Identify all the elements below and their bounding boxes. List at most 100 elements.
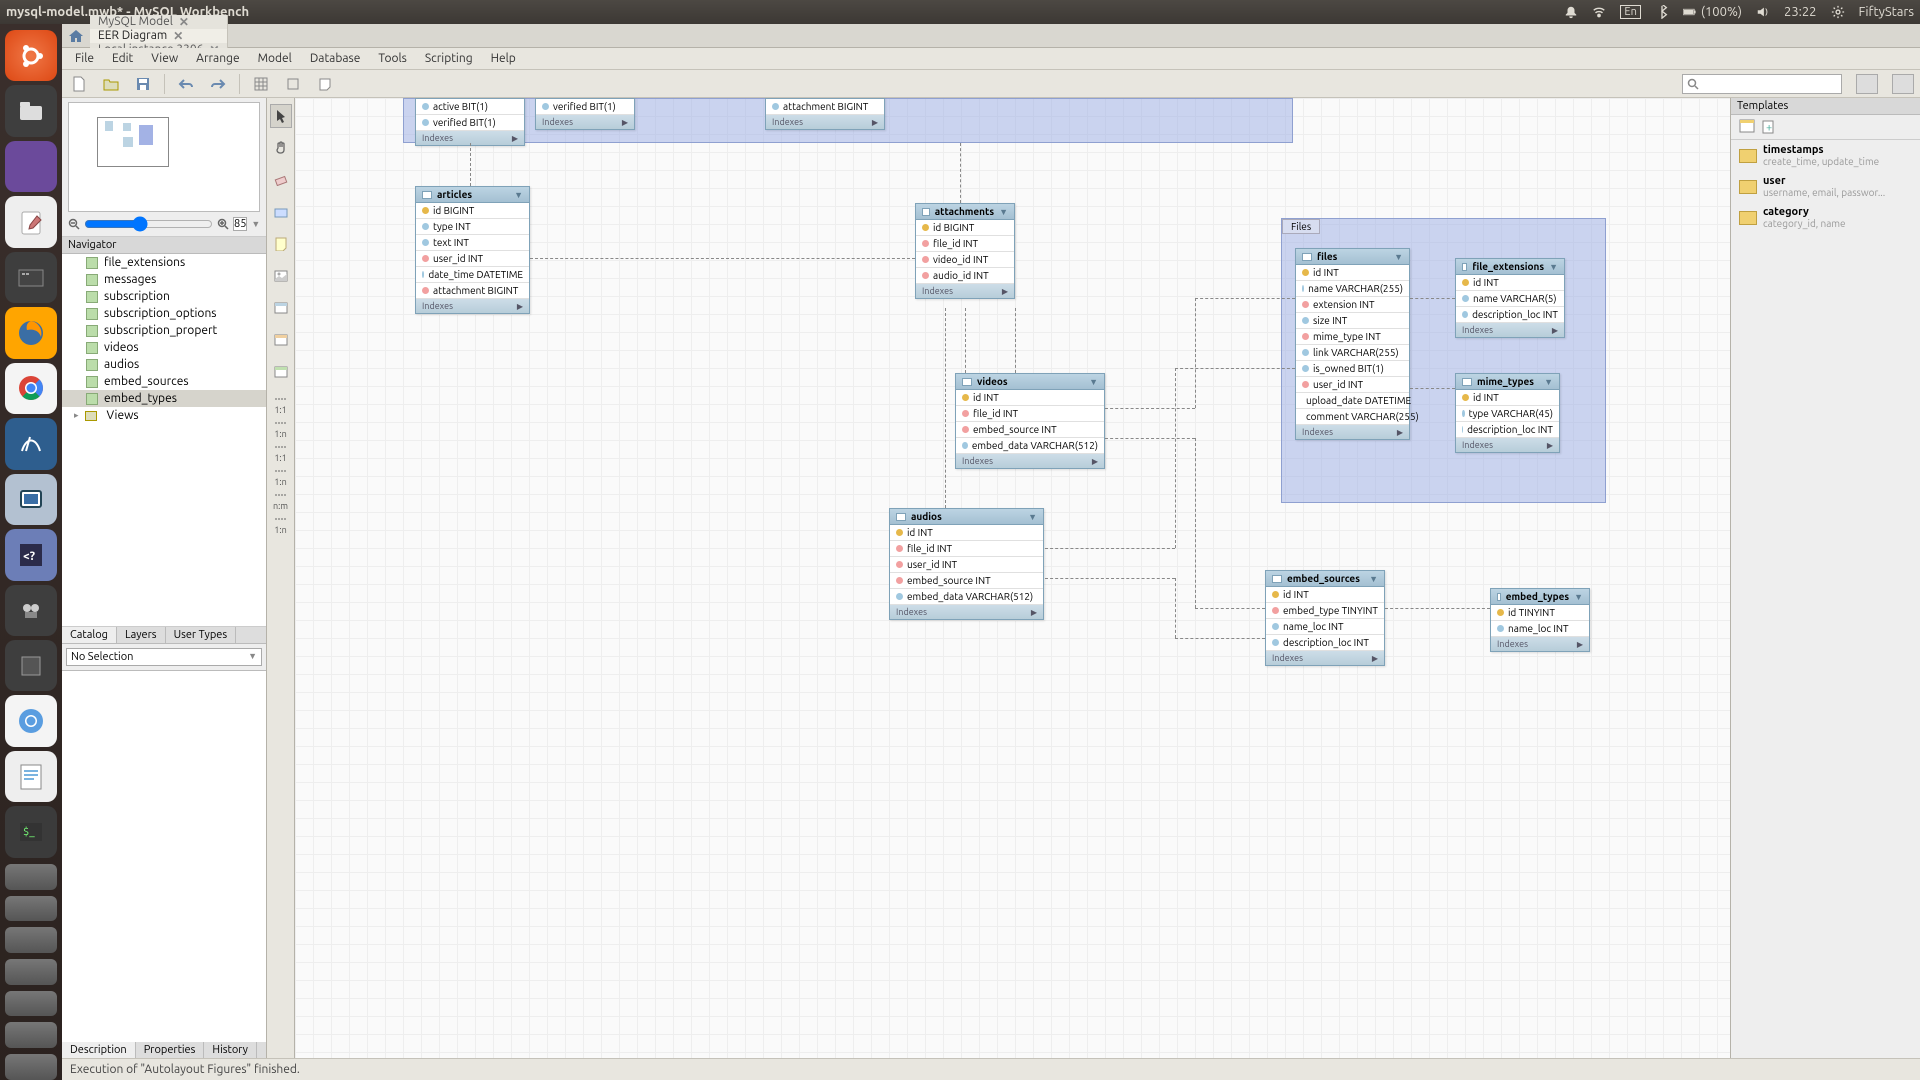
entity-table[interactable]: videos▼id INTfile_id INTembed_source INT…: [955, 373, 1105, 469]
column-row[interactable]: is_owned BIT(1): [1296, 361, 1409, 377]
collapse-icon[interactable]: ▼: [1549, 262, 1558, 272]
grid-icon[interactable]: [250, 73, 272, 95]
column-row[interactable]: extension INT: [1296, 297, 1409, 313]
expand-icon[interactable]: ▶: [1002, 287, 1008, 296]
relation-tool-icon[interactable]: 1:1: [270, 440, 292, 464]
entity-table[interactable]: verified BIT(1)Indexes▶: [535, 98, 635, 130]
collapse-icon[interactable]: ▼: [999, 207, 1008, 217]
column-row[interactable]: file_id INT: [956, 406, 1104, 422]
keyboard-layout[interactable]: En: [1620, 5, 1640, 19]
column-row[interactable]: verified BIT(1): [536, 99, 634, 115]
indexes-section[interactable]: Indexes▶: [416, 299, 529, 313]
column-row[interactable]: embed_source INT: [890, 573, 1043, 589]
column-row[interactable]: comment VARCHAR(255): [1296, 409, 1409, 425]
column-row[interactable]: id INT: [890, 525, 1043, 541]
indexes-section[interactable]: Indexes▶: [1491, 637, 1589, 651]
column-row[interactable]: id BIGINT: [916, 220, 1014, 236]
relation-tool-icon[interactable]: 1:n: [270, 512, 292, 536]
routine-tool-icon[interactable]: [270, 360, 292, 384]
align-icon[interactable]: [282, 73, 304, 95]
menu-item[interactable]: Edit: [103, 52, 142, 65]
selection-dropdown[interactable]: No Selection▼: [66, 648, 262, 666]
template-adddoc-icon[interactable]: +: [1761, 119, 1775, 135]
battery-indicator[interactable]: (100%): [1683, 5, 1742, 19]
indexes-section[interactable]: Indexes▶: [766, 115, 884, 129]
column-row[interactable]: user_id INT: [890, 557, 1043, 573]
open-folder-icon[interactable]: [100, 73, 122, 95]
property-tab[interactable]: Description: [62, 1042, 136, 1058]
diagram-canvas[interactable]: Files active BIT(1)verified BIT(1)Indexe…: [295, 98, 1730, 1058]
document-tab[interactable]: EER Diagram✕: [90, 29, 228, 43]
relation-tool-icon[interactable]: 1:n: [270, 416, 292, 440]
expand-icon[interactable]: ▶: [1092, 457, 1098, 466]
column-row[interactable]: embed_data VARCHAR(512): [890, 589, 1043, 605]
panel-toggle-left-icon[interactable]: [1856, 74, 1878, 94]
column-row[interactable]: name VARCHAR(255): [1296, 281, 1409, 297]
menu-item[interactable]: Tools: [369, 52, 416, 65]
column-row[interactable]: audio_id INT: [916, 268, 1014, 284]
collapse-icon[interactable]: ▼: [1089, 377, 1098, 387]
entity-table[interactable]: articles▼id BIGINTtype INTtext INTuser_i…: [415, 186, 530, 314]
launcher-app2-icon[interactable]: [5, 252, 57, 303]
note-tool-icon[interactable]: [270, 232, 292, 256]
entity-table[interactable]: active BIT(1)verified BIT(1)Indexes▶: [415, 98, 525, 146]
indexes-section[interactable]: Indexes▶: [1456, 323, 1564, 337]
expand-icon[interactable]: ▶: [1577, 640, 1583, 649]
catalog-item[interactable]: audios: [62, 356, 266, 373]
entity-header[interactable]: attachments▼: [916, 204, 1014, 220]
template-table-icon[interactable]: [1739, 119, 1755, 135]
left-bottom-tab[interactable]: Layers: [117, 627, 166, 643]
column-row[interactable]: type INT: [416, 219, 529, 235]
collapse-icon[interactable]: ▼: [1394, 252, 1403, 262]
catalog-item[interactable]: messages: [62, 271, 266, 288]
launcher-virtualbox-icon[interactable]: [5, 474, 57, 525]
column-row[interactable]: id INT: [1456, 275, 1564, 291]
redo-icon[interactable]: [207, 73, 229, 95]
column-row[interactable]: link VARCHAR(255): [1296, 345, 1409, 361]
column-row[interactable]: id BIGINT: [416, 203, 529, 219]
launcher-stack-icon[interactable]: [5, 927, 57, 953]
diagram-overview[interactable]: [68, 102, 260, 212]
column-row[interactable]: attachment BIGINT: [416, 283, 529, 299]
launcher-app3-icon[interactable]: [5, 640, 57, 691]
collapse-icon[interactable]: ▼: [1544, 377, 1553, 387]
menu-item[interactable]: Database: [301, 52, 370, 65]
indexes-section[interactable]: Indexes▶: [416, 131, 524, 145]
indexes-section[interactable]: Indexes▶: [956, 454, 1104, 468]
entity-header[interactable]: embed_types▼: [1491, 589, 1589, 605]
entity-header[interactable]: mime_types▼: [1456, 374, 1559, 390]
close-icon[interactable]: ✕: [179, 15, 189, 29]
property-tab[interactable]: History: [204, 1042, 257, 1058]
launcher-stack-icon[interactable]: [5, 1054, 57, 1080]
column-row[interactable]: id INT: [1456, 390, 1559, 406]
menu-item[interactable]: File: [66, 52, 103, 65]
relation-tool-icon[interactable]: 1:n: [270, 464, 292, 488]
indexes-section[interactable]: Indexes▶: [536, 115, 634, 129]
entity-header[interactable]: files▼: [1296, 249, 1409, 265]
volume-icon[interactable]: [1756, 5, 1770, 19]
menu-item[interactable]: View: [142, 52, 187, 65]
left-bottom-tab[interactable]: Catalog: [62, 627, 117, 643]
template-item[interactable]: categorycategory_id, name: [1731, 202, 1920, 233]
indexes-section[interactable]: Indexes▶: [1456, 438, 1559, 452]
template-item[interactable]: userusername, email, passwor...: [1731, 171, 1920, 202]
left-bottom-tab[interactable]: User Types: [166, 627, 237, 643]
notification-icon[interactable]: [1564, 5, 1578, 19]
column-row[interactable]: date_time DATETIME: [416, 267, 529, 283]
entity-header[interactable]: audios▼: [890, 509, 1043, 525]
settings-icon[interactable]: [1831, 5, 1845, 19]
column-row[interactable]: active BIT(1): [416, 99, 524, 115]
entity-table[interactable]: attachment BIGINTIndexes▶: [765, 98, 885, 130]
indexes-section[interactable]: Indexes▶: [1266, 651, 1384, 665]
column-row[interactable]: verified BIT(1): [416, 115, 524, 131]
column-row[interactable]: user_id INT: [416, 251, 529, 267]
column-row[interactable]: size INT: [1296, 313, 1409, 329]
catalog-item[interactable]: subscription_propert: [62, 322, 266, 339]
zoom-dropdown-icon[interactable]: ▼: [251, 219, 260, 229]
column-row[interactable]: id INT: [956, 390, 1104, 406]
expand-icon[interactable]: ▶: [1372, 654, 1378, 663]
launcher-files-icon[interactable]: [5, 85, 57, 136]
column-row[interactable]: name_loc INT: [1266, 619, 1384, 635]
expand-icon[interactable]: ▶: [1552, 326, 1558, 335]
entity-header[interactable]: articles▼: [416, 187, 529, 203]
